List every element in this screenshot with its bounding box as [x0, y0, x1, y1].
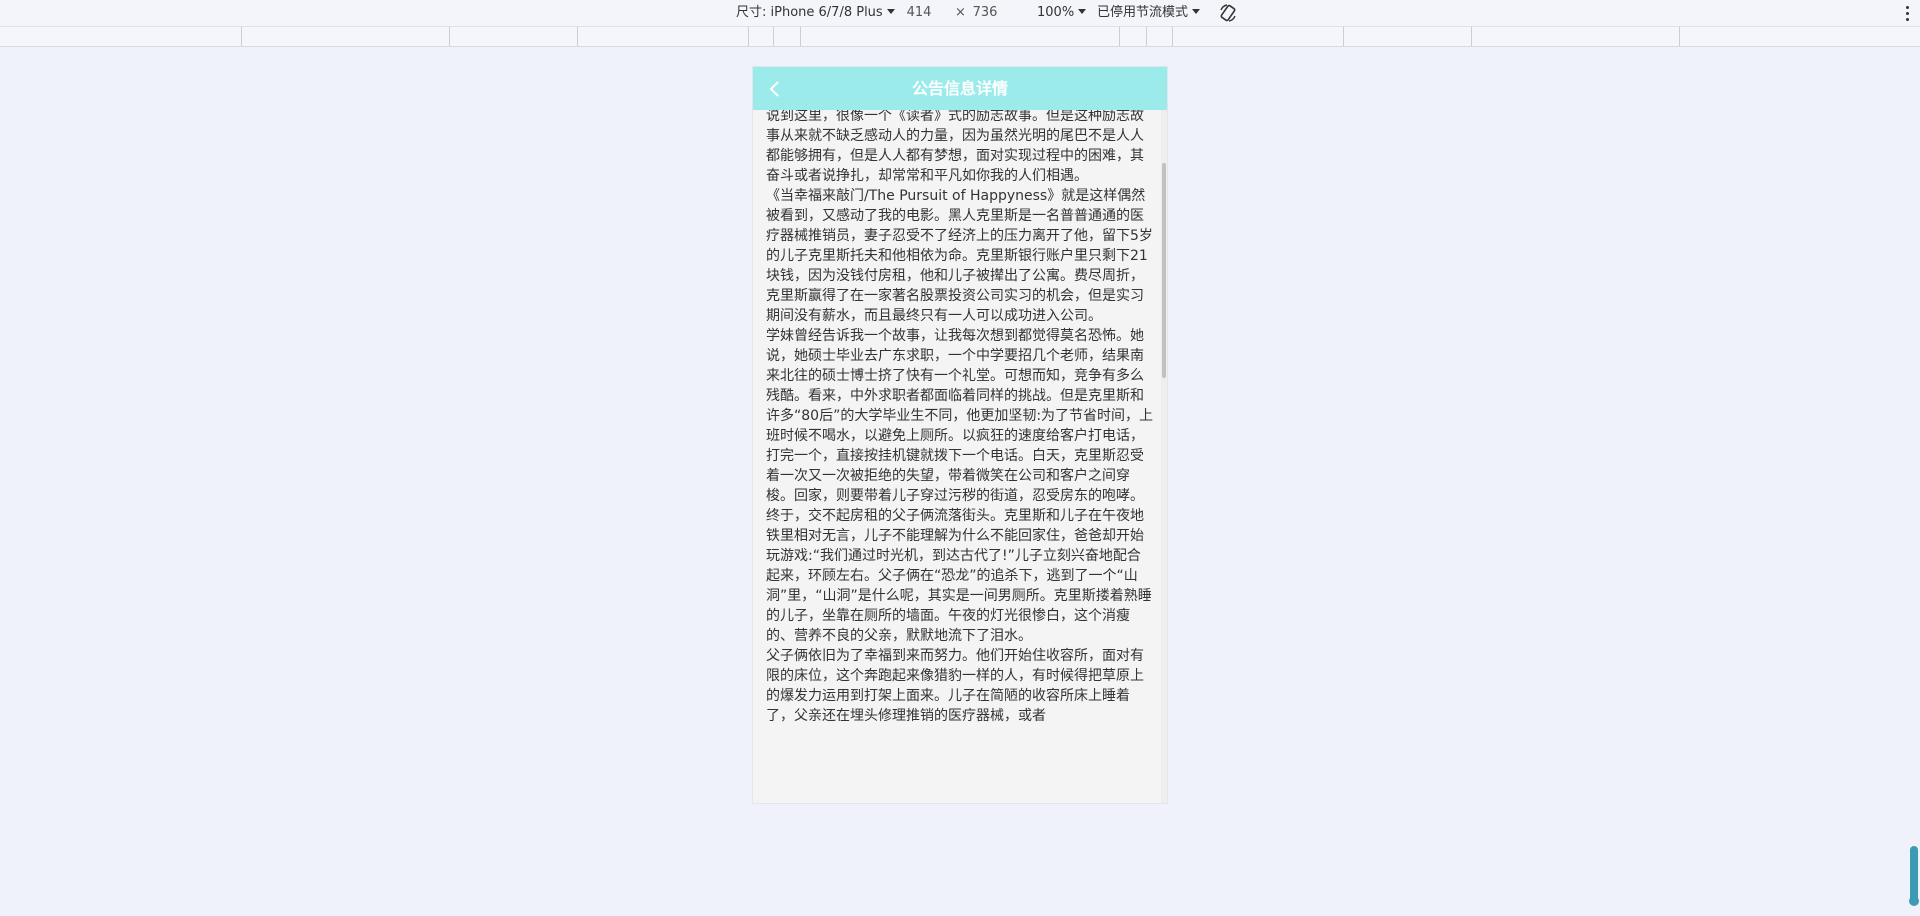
device-select-label: 尺寸: iPhone 6/7/8 Plus [736, 5, 883, 20]
article-body: 说到这里，很像一个《读者》式的励志故事。但是这种励志故事从来就不缺乏感动人的力量… [766, 110, 1154, 726]
ruler-segment[interactable] [748, 27, 749, 46]
article-paragraph: 《当幸福来敲门/The Pursuit of Happyness》就是这样偶然被… [766, 188, 1153, 324]
chevron-down-icon [886, 9, 895, 14]
article-content[interactable]: 说到这里，很像一个《读者》式的励志故事。但是这种励志故事从来就不缺乏感动人的力量… [753, 110, 1167, 803]
scrollbar-thumb[interactable] [1162, 163, 1166, 378]
height-input[interactable]: 736 [964, 4, 1006, 22]
ruler-segment[interactable] [1679, 27, 1680, 46]
header-bar: 公告信息详情 [753, 67, 1167, 110]
content-scrollbar[interactable] [1161, 110, 1167, 803]
media-query-ruler [0, 27, 1920, 47]
width-input[interactable]: 414 [898, 4, 940, 22]
article-paragraph: 父子俩依旧为了幸福到来而努力。他们开始住收容所，面对有限的床位，这个奔跑起来像猎… [766, 648, 1144, 724]
throttle-label: 已停用节流模式 [1097, 5, 1189, 20]
rotate-icon [1220, 4, 1236, 22]
device-viewport: 公告信息详情 说到这里，很像一个《读者》式的励志故事。但是这种励志故事从来就不缺… [753, 67, 1167, 803]
more-options-icon[interactable] [1904, 3, 1910, 23]
article-paragraph: 终于，交不起房租的父子俩流落街头。克里斯和儿子在午夜地铁里相对无言，儿子不能理解… [766, 508, 1152, 644]
ruler-segment[interactable] [241, 27, 242, 46]
devtools-device-toolbar: 尺寸: iPhone 6/7/8 Plus 414 × 736 100% 已停用… [0, 0, 1920, 27]
ruler-segment[interactable] [1172, 27, 1173, 46]
rotate-button[interactable] [1218, 3, 1238, 22]
throttle-select[interactable]: 已停用节流模式 [1097, 5, 1201, 21]
ruler-segment[interactable] [577, 27, 578, 46]
ruler-segment[interactable] [773, 27, 774, 46]
ruler-segment[interactable] [1471, 27, 1472, 46]
ruler-segment[interactable] [1343, 27, 1344, 46]
page-scroll-indicator[interactable] [1909, 846, 1919, 906]
article-paragraph: 说到这里，很像一个《读者》式的励志故事。但是这种励志故事从来就不缺乏感动人的力量… [766, 110, 1144, 184]
zoom-label: 100% [1037, 5, 1075, 20]
ruler-segment[interactable] [800, 27, 801, 46]
article-paragraph: 学妹曾经告诉我一个故事，让我每次想到都觉得莫名恐怖。她说，她硕士毕业去广东求职，… [766, 328, 1154, 504]
ruler-segment[interactable] [449, 27, 450, 46]
ruler-segment[interactable] [1146, 27, 1147, 46]
zoom-select[interactable]: 100% [1037, 5, 1087, 21]
ruler-segment[interactable] [1119, 27, 1120, 46]
page-title: 公告信息详情 [911, 79, 1008, 98]
chevron-down-icon [1078, 9, 1087, 14]
chevron-down-icon [1192, 9, 1201, 14]
device-select[interactable]: 尺寸: iPhone 6/7/8 Plus [736, 5, 895, 21]
